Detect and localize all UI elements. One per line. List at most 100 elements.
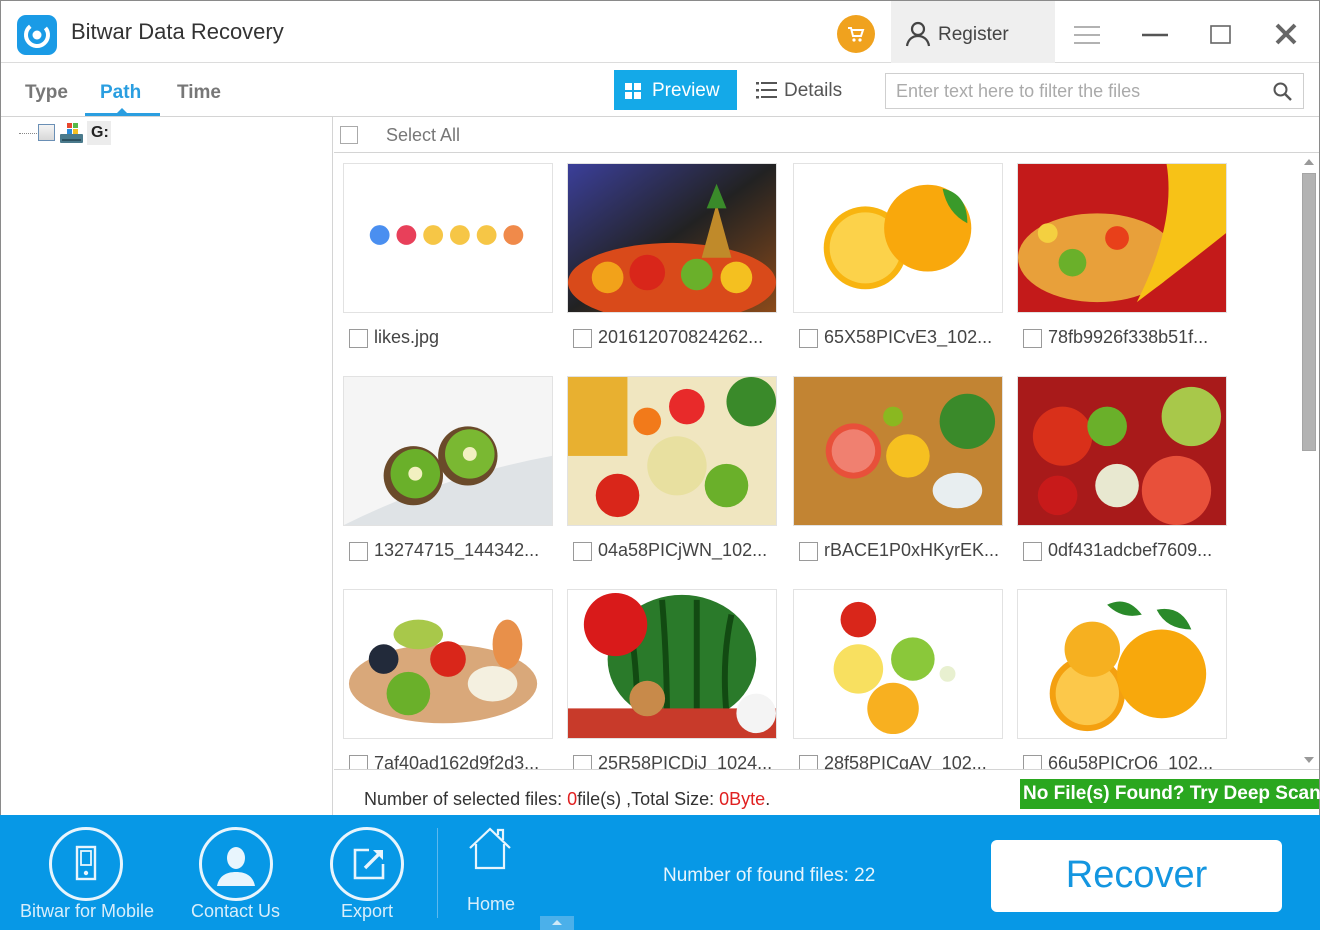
file-card[interactable]: 65X58PICvE3_102... xyxy=(793,163,1003,363)
toolbar-separator xyxy=(437,828,438,918)
tab-time[interactable]: Time xyxy=(177,82,221,104)
grid-icon xyxy=(625,83,641,99)
recover-button[interactable]: Recover xyxy=(991,840,1282,912)
cart-button[interactable] xyxy=(837,15,875,53)
tree-connector xyxy=(19,133,37,134)
file-thumbnail[interactable] xyxy=(567,589,777,739)
file-thumbnail[interactable] xyxy=(567,376,777,526)
file-checkbox[interactable] xyxy=(349,542,368,561)
file-checkbox[interactable] xyxy=(799,329,818,348)
file-checkbox[interactable] xyxy=(1023,329,1042,348)
deep-scan-button[interactable]: No File(s) Found? Try Deep Scan xyxy=(1020,779,1320,809)
file-checkbox[interactable] xyxy=(573,542,592,561)
file-thumbnail[interactable] xyxy=(343,376,553,526)
file-checkbox[interactable] xyxy=(1023,755,1042,769)
file-card[interactable]: 7af40ad162d9f2d3... xyxy=(343,589,553,769)
file-name: 65X58PICvE3_102... xyxy=(824,327,993,347)
file-checkbox[interactable] xyxy=(573,329,592,348)
file-card[interactable]: 0df431adcbef7609... xyxy=(1017,376,1227,576)
file-thumbnail[interactable] xyxy=(793,163,1003,313)
filter-input[interactable] xyxy=(885,73,1304,109)
tab-path[interactable]: Path xyxy=(100,82,141,104)
file-thumbnail[interactable] xyxy=(343,589,553,739)
drive-icon xyxy=(60,123,83,143)
file-checkbox[interactable] xyxy=(573,755,592,769)
file-thumbnail[interactable] xyxy=(1017,163,1227,313)
tab-type[interactable]: Type xyxy=(25,82,68,104)
export-button[interactable]: Export xyxy=(300,815,437,930)
search-icon[interactable] xyxy=(1272,81,1294,103)
vertical-scrollbar[interactable] xyxy=(1300,154,1319,769)
file-card[interactable]: 66u58PICrQ6_102... xyxy=(1017,589,1227,769)
folder-tree-panel: G: xyxy=(1,117,333,816)
file-card[interactable]: 25R58PICDiJ_1024... xyxy=(567,589,777,769)
file-name: 201612070824262... xyxy=(598,327,764,347)
file-card[interactable]: rBACE1P0xHKyrEK... xyxy=(793,376,1003,576)
preview-label: Preview xyxy=(652,80,720,101)
app-logo-icon xyxy=(17,15,57,55)
select-all-bar: Select All xyxy=(334,117,1319,153)
scrollbar-thumb[interactable] xyxy=(1302,173,1316,451)
file-name: 28f58PICgAV_102... xyxy=(824,753,987,769)
details-view-button[interactable]: Details xyxy=(753,70,863,110)
maximize-icon xyxy=(1210,25,1231,44)
file-name: 78fb9926f338b51f... xyxy=(1048,327,1209,347)
file-checkbox[interactable] xyxy=(349,329,368,348)
file-card[interactable]: 04a58PICjWN_102... xyxy=(567,376,777,576)
file-thumbnail[interactable] xyxy=(343,163,553,313)
selected-count: 0 xyxy=(567,789,578,809)
bitwar-mobile-button[interactable]: Bitwar for Mobile xyxy=(0,815,175,930)
user-icon xyxy=(905,21,931,47)
register-label: Register xyxy=(938,24,1009,45)
title-bar: Bitwar Data Recovery Register xyxy=(1,1,1319,63)
file-checkbox[interactable] xyxy=(799,542,818,561)
status-suffix: . xyxy=(765,789,771,809)
file-card[interactable]: likes.jpg xyxy=(343,163,553,363)
file-name: 66u58PICrQ6_102... xyxy=(1048,753,1214,769)
file-name: 25R58PICDiJ_1024... xyxy=(598,753,773,769)
home-label: Home xyxy=(467,894,516,914)
home-icon xyxy=(469,827,511,870)
file-name: 7af40ad162d9f2d3... xyxy=(374,753,540,769)
menu-button[interactable] xyxy=(1067,15,1107,53)
file-card[interactable]: 28f58PICgAV_102... xyxy=(793,589,1003,769)
file-thumbnail[interactable] xyxy=(1017,589,1227,739)
file-checkbox[interactable] xyxy=(799,755,818,769)
file-name: likes.jpg xyxy=(374,327,440,347)
file-card[interactable]: 78fb9926f338b51f... xyxy=(1017,163,1227,363)
view-tabs: Type Path Time xyxy=(1,64,333,117)
scroll-up-arrow-icon[interactable] xyxy=(1304,159,1314,165)
drive-label[interactable]: G: xyxy=(87,121,111,145)
home-button[interactable]: Home xyxy=(460,826,520,916)
details-label: Details xyxy=(784,80,843,101)
status-bar: Number of selected files: 0file(s) ,Tota… xyxy=(334,769,1320,816)
expand-panel-button[interactable] xyxy=(540,916,574,930)
drive-checkbox[interactable] xyxy=(38,124,55,141)
selection-summary: Number of selected files: 0file(s) ,Tota… xyxy=(364,789,770,810)
contact-us-button[interactable]: Contact Us xyxy=(175,815,300,930)
app-window: Bitwar Data Recovery Register Type Path … xyxy=(0,0,1320,930)
file-name: 0df431adcbef7609... xyxy=(1048,540,1213,560)
file-card[interactable]: 13274715_144342... xyxy=(343,376,553,576)
file-thumbnail[interactable] xyxy=(567,163,777,313)
export-label: Export xyxy=(341,901,394,921)
close-button[interactable] xyxy=(1266,15,1306,53)
contact-icon xyxy=(199,827,273,901)
file-preview-grid: likes.jpg 201612070824262... 65X58PICvE3_1… xyxy=(334,154,1300,769)
file-checkbox[interactable] xyxy=(1023,542,1042,561)
active-tab-caret xyxy=(117,108,127,113)
file-thumbnail[interactable] xyxy=(793,376,1003,526)
file-thumbnail[interactable] xyxy=(793,589,1003,739)
select-all-label[interactable]: Select All xyxy=(386,125,460,146)
scroll-down-arrow-icon[interactable] xyxy=(1304,757,1314,763)
found-files-count: Number of found files: 22 xyxy=(663,865,876,886)
preview-view-button[interactable]: Preview xyxy=(614,70,737,110)
file-card[interactable]: 201612070824262... xyxy=(567,163,777,363)
select-all-checkbox[interactable] xyxy=(340,126,358,144)
file-checkbox[interactable] xyxy=(349,755,368,769)
file-name: 13274715_144342... xyxy=(374,540,540,560)
maximize-button[interactable] xyxy=(1201,15,1241,53)
register-button[interactable]: Register xyxy=(891,1,1055,63)
file-thumbnail[interactable] xyxy=(1017,376,1227,526)
minimize-button[interactable] xyxy=(1135,15,1175,53)
